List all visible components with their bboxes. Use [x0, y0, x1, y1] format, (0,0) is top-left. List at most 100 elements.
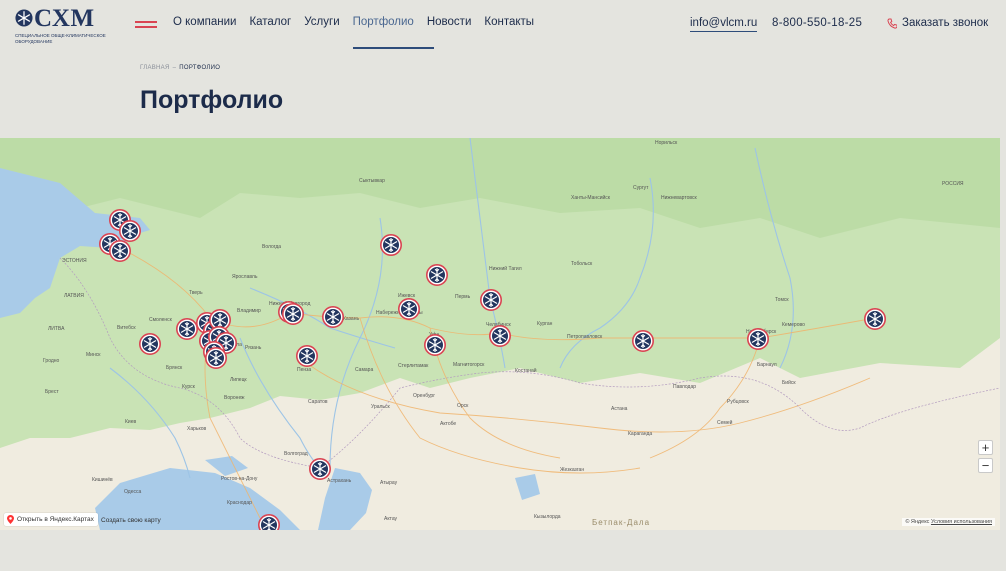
nav-item-catalog[interactable]: Каталог: [249, 16, 297, 28]
menu-burger-icon[interactable]: [135, 20, 157, 30]
map-city-label: Витебск: [117, 325, 136, 331]
map-city-label: Нижневартовск: [661, 195, 697, 201]
map-city-label: Волгоград: [284, 451, 308, 457]
callback-button[interactable]: Заказать звонок: [887, 17, 988, 29]
map-city-label: Стерлитамак: [398, 363, 429, 369]
map-city-label: Брянск: [166, 365, 183, 371]
logo-tagline: Специальное обще-климатическое оборудова…: [15, 33, 106, 44]
map-city-label: Пермь: [455, 294, 471, 300]
portfolio-marker-icon[interactable]: [205, 347, 227, 369]
company-logo[interactable]: СХМ Специальное обще-климатическое обору…: [15, 5, 110, 49]
portfolio-marker-icon[interactable]: [119, 220, 141, 242]
phone-link[interactable]: 8-800-550-18-25: [772, 17, 862, 29]
map-city-label: ЛАТВИЯ: [64, 293, 84, 299]
map-city-label: Норильск: [655, 140, 678, 146]
map-city-label: Харьков: [187, 426, 207, 432]
map-pin-icon: [7, 515, 14, 524]
copyright-text: © Яндекс: [905, 519, 930, 525]
portfolio-marker-icon[interactable]: [424, 334, 446, 356]
create-map-link[interactable]: Создать свою карту: [101, 517, 161, 524]
map-city-label: Атырау: [380, 480, 398, 486]
map-city-label: Киев: [125, 419, 137, 425]
map-city-label: Липецк: [230, 377, 247, 383]
map-city-label: Нижний Тагил: [489, 266, 522, 272]
terms-of-use-link[interactable]: Условия использования: [931, 519, 992, 525]
map-city-label: Кемерово: [782, 322, 805, 328]
portfolio-map[interactable]: Норильск Сургут Ханты-Мансийск Нижневарт…: [0, 138, 1000, 530]
map-city-label: Смоленск: [149, 317, 172, 323]
map-city-label: Томск: [775, 297, 789, 303]
map-city-label: Костанай: [515, 368, 537, 374]
portfolio-marker-icon[interactable]: [176, 318, 198, 340]
portfolio-marker-icon[interactable]: [426, 264, 448, 286]
map-copyright: © Яндекс Условия использования: [902, 518, 995, 526]
portfolio-marker-icon[interactable]: [258, 514, 280, 530]
open-in-yandex-maps-button[interactable]: Открыть в Яндекс.Картах: [4, 513, 98, 526]
breadcrumb: Главная – Портфолио: [140, 65, 220, 71]
portfolio-marker-icon[interactable]: [489, 325, 511, 347]
map-city-label: Семей: [717, 420, 733, 426]
phone-icon: [887, 18, 897, 29]
map-city-label: Тверь: [189, 290, 203, 296]
map-city-label: Воронеж: [224, 395, 245, 401]
portfolio-marker-icon[interactable]: [632, 330, 654, 352]
map-city-label: Минск: [86, 352, 101, 358]
main-nav: О компании Каталог Услуги Портфолио Ново…: [173, 16, 547, 49]
nav-item-news[interactable]: Новости: [427, 16, 478, 28]
portfolio-marker-icon[interactable]: [480, 289, 502, 311]
callback-label: Заказать звонок: [902, 17, 989, 29]
portfolio-marker-icon[interactable]: [380, 234, 402, 256]
map-city-label: Ярославль: [232, 274, 258, 280]
nav-item-services[interactable]: Услуги: [304, 16, 345, 28]
map-city-label: Жезказган: [560, 467, 585, 473]
logo-wordmark: СХМ: [34, 5, 95, 32]
map-city-label: Рубцовск: [727, 399, 749, 405]
map-city-label: Актобе: [440, 421, 457, 427]
portfolio-marker-icon[interactable]: [864, 308, 886, 330]
portfolio-marker-icon[interactable]: [398, 298, 420, 320]
map-city-label: ЛИТВА: [48, 326, 65, 332]
breadcrumb-current: Портфолио: [179, 65, 221, 71]
portfolio-marker-icon[interactable]: [322, 306, 344, 328]
breadcrumb-home[interactable]: Главная: [140, 65, 170, 71]
email-link[interactable]: info@vlcm.ru: [690, 17, 758, 32]
map-city-label: Гродно: [43, 358, 60, 364]
snowflake-logo-icon: [15, 9, 33, 27]
map-city-label: Бийск: [782, 380, 796, 386]
map-city-label: Самара: [355, 367, 374, 373]
portfolio-marker-icon[interactable]: [309, 458, 331, 480]
portfolio-marker-icon[interactable]: [282, 303, 304, 325]
map-city-label: Курск: [182, 384, 195, 390]
map-city-label: Орск: [457, 403, 469, 409]
map-city-label: Ростов-на-Дону: [221, 476, 258, 482]
nav-item-contacts[interactable]: Контакты: [484, 16, 540, 28]
nav-item-about[interactable]: О компании: [173, 16, 242, 28]
portfolio-marker-icon[interactable]: [139, 333, 161, 355]
open-in-yandex-maps-label: Открыть в Яндекс.Картах: [17, 516, 94, 523]
map-city-label: Владимир: [237, 308, 261, 314]
zoom-out-button[interactable]: −: [978, 458, 993, 473]
portfolio-marker-icon[interactable]: [296, 345, 318, 367]
map-city-label: Вологда: [262, 244, 282, 250]
breadcrumb-separator: –: [172, 65, 177, 71]
map-city-label: Тобольск: [571, 261, 593, 267]
map-city-label: Пенза: [297, 367, 312, 373]
map-city-label: Брест: [45, 389, 59, 395]
map-city-label: Ханты-Мансийск: [571, 195, 610, 201]
zoom-in-button[interactable]: +: [978, 440, 993, 455]
site-header: СХМ Специальное обще-климатическое обору…: [0, 0, 1006, 60]
map-city-label: Курган: [537, 321, 553, 327]
map-city-label: Караганда: [628, 431, 653, 437]
map-city-label: Оренбург: [413, 393, 436, 399]
map-city-label: Кызылорда: [534, 514, 561, 520]
map-city-label: Магнитогорск: [453, 362, 485, 368]
portfolio-marker-icon[interactable]: [747, 328, 769, 350]
map-city-label: Саратов: [308, 399, 328, 405]
portfolio-marker-icon[interactable]: [109, 240, 131, 262]
nav-item-portfolio[interactable]: Портфолио: [352, 16, 435, 49]
map-city-label: Барнаул: [757, 362, 777, 368]
map-city-label: ЭСТОНИЯ: [62, 258, 87, 264]
page-title: Портфолио: [140, 86, 284, 114]
map-city-label: Бетпак-Дала: [592, 518, 651, 527]
map-city-label: Казань: [343, 316, 360, 322]
